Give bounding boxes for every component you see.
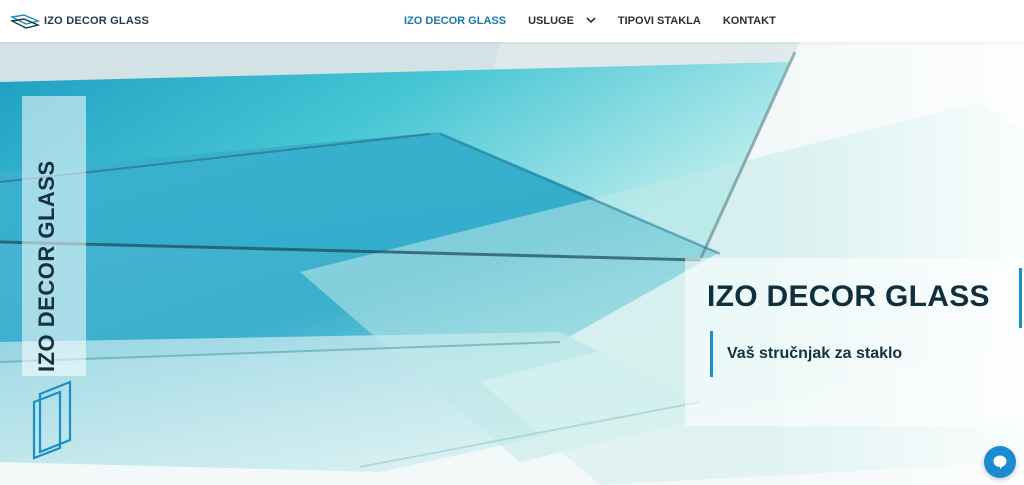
nav-item-label: KONTAKT — [722, 15, 776, 27]
nav-item-usluge[interactable]: USLUGE — [528, 15, 596, 27]
hero-text-box: IZO DECOR GLASS Vaš stručnjak za staklo — [685, 258, 1024, 426]
chat-button[interactable] — [984, 446, 1016, 478]
accent-bar — [1019, 268, 1022, 328]
nav-item-kontakt[interactable]: KONTAKT — [723, 15, 776, 27]
nav-item-label: USLUGE — [528, 15, 574, 27]
vertical-title: IZO DECOR GLASS — [34, 160, 59, 372]
chat-bubble-icon — [993, 455, 1007, 469]
nav-item-home[interactable]: IZO DECOR GLASS — [404, 15, 506, 27]
main-nav: IZO DECOR GLASS USLUGE TIPOVI STAKLA KON… — [404, 0, 798, 42]
nav-item-label: IZO DECOR GLASS — [404, 15, 507, 27]
hero-section: IZO DECOR GLASS IZO DECOR GLASS Vaš stru… — [0, 42, 1024, 485]
glass-panes-logo-icon — [10, 14, 40, 29]
site-header: IZO DECOR GLASS IZO DECOR GLASS USLUGE T… — [0, 0, 1024, 42]
site-logo[interactable]: IZO DECOR GLASS — [10, 11, 149, 31]
nav-item-label: TIPOVI STAKLA — [617, 15, 701, 27]
chevron-down-icon[interactable] — [586, 15, 596, 27]
hero-title: IZO DECOR GLASS — [707, 280, 990, 313]
hero-subtitle-wrap: Vaš stručnjak za staklo — [710, 330, 902, 378]
nav-item-tipovi-stakla[interactable]: TIPOVI STAKLA — [618, 15, 701, 27]
logo-text: IZO DECOR GLASS — [44, 15, 150, 27]
hero-subtitle: Vaš stručnjak za staklo — [727, 345, 903, 362]
glass-panes-logo-icon — [32, 380, 72, 460]
accent-bar — [710, 331, 713, 377]
